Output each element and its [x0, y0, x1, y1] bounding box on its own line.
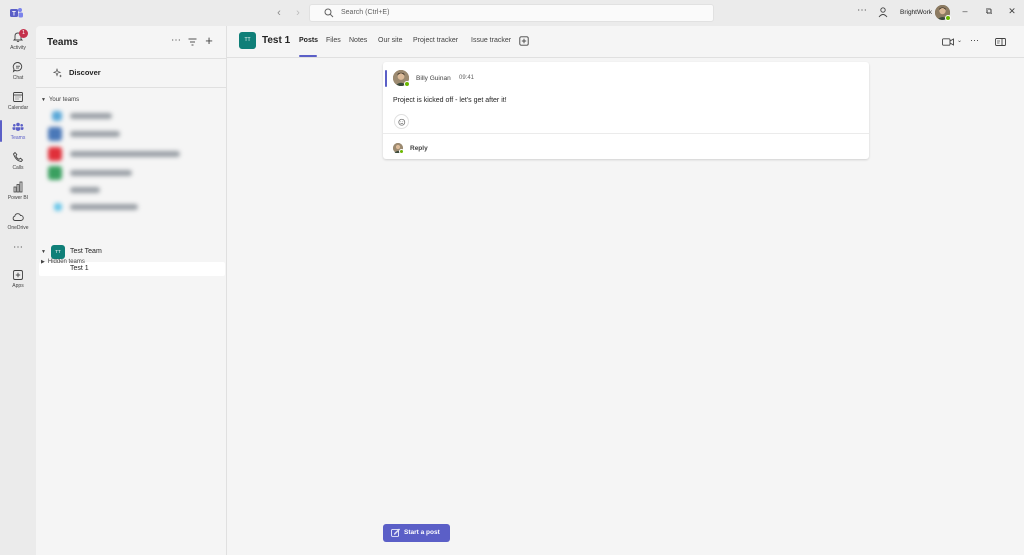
appbar-calls[interactable]: Calls	[0, 148, 36, 176]
your-teams-header[interactable]: ▼ Your teams	[41, 97, 79, 103]
phone-icon	[12, 151, 24, 162]
presence-available-icon	[404, 81, 410, 87]
power-bi-icon	[13, 181, 23, 193]
active-tab-indicator	[299, 55, 317, 57]
cloud-icon	[12, 213, 24, 221]
chevron-down-icon: ▼	[41, 97, 46, 103]
forward-arrow-icon[interactable]: ›	[291, 6, 305, 20]
your-teams-label: Your teams	[48, 97, 80, 103]
tab-posts[interactable]: Posts	[299, 37, 318, 44]
chevron-down-icon: ▼	[41, 249, 46, 255]
search-placeholder: Search (Ctrl+E)	[341, 9, 390, 16]
channel-title: Test 1	[262, 35, 291, 46]
compose-icon	[391, 528, 400, 537]
filter-icon[interactable]	[188, 38, 197, 46]
tab-files[interactable]: Files	[326, 37, 341, 44]
chevron-down-icon[interactable]: ⌄	[957, 37, 962, 44]
more-apps-button[interactable]: ⋯	[0, 240, 36, 256]
appbar-label: Activity	[10, 45, 26, 51]
redacted-team-row	[48, 166, 218, 180]
post-timestamp: 09:41	[459, 75, 475, 81]
more-options-icon[interactable]: ⋯	[970, 35, 979, 46]
title-bar: T ‹ › Search (Ctrl+E) ⋯ BrightWork – ⧉ ✕	[0, 0, 1024, 26]
sidebar-title: Teams	[47, 37, 78, 48]
sparkle-icon	[53, 68, 62, 78]
search-input[interactable]: Search (Ctrl+E)	[309, 4, 714, 22]
appbar-label: Apps	[12, 283, 24, 289]
appbar-power-bi[interactable]: Power BI	[0, 178, 36, 206]
org-name[interactable]: BrightWork	[900, 9, 932, 16]
channel-name: Test 1	[70, 265, 89, 272]
appbar-label: Chat	[12, 75, 24, 81]
add-tab-icon[interactable]	[519, 36, 529, 46]
presence-available-icon	[945, 15, 951, 21]
appbar-label: OneDrive	[7, 225, 29, 231]
redacted-team-row	[48, 147, 218, 161]
hidden-teams-label: Hidden teams	[47, 259, 85, 265]
org-switch-icon[interactable]	[878, 7, 888, 18]
appbar-label: Power BI	[7, 195, 29, 201]
teams-logo-icon: T	[10, 8, 23, 18]
appbar-apps[interactable]: Apps	[0, 266, 36, 294]
apps-icon	[13, 270, 23, 280]
discover-label: Discover	[69, 68, 101, 77]
post-body: Project is kicked off - let's get after …	[393, 97, 507, 104]
minimize-icon[interactable]: –	[958, 6, 972, 16]
chat-icon	[12, 62, 23, 73]
start-post-button[interactable]: Start a post	[383, 524, 450, 542]
presence-available-icon	[399, 149, 404, 154]
close-icon[interactable]: ✕	[1005, 6, 1019, 17]
post-accent-bar	[385, 70, 387, 87]
teams-sidebar: Teams ⋯ + Discover ▼ Your teams ▼ TT Tes…	[36, 26, 227, 555]
hidden-teams-header[interactable]: ▶ Hidden teams	[41, 259, 85, 265]
reply-button[interactable]: Reply	[410, 145, 428, 152]
more-options-icon[interactable]: ⋯	[857, 5, 868, 16]
divider	[36, 87, 226, 88]
appbar-teams[interactable]: Teams	[0, 118, 36, 146]
appbar-calendar[interactable]: Calendar	[0, 88, 36, 116]
redacted-team-row	[48, 109, 218, 123]
team-avatar: TT	[51, 245, 65, 259]
post-card[interactable]: Billy Guinan 09:41 Project is kicked off…	[383, 62, 869, 159]
post-author[interactable]: Billy Guinan	[416, 75, 451, 82]
add-reaction-button[interactable]	[394, 114, 409, 129]
channel-info-icon[interactable]	[995, 38, 1006, 46]
team-name: Test Team	[70, 248, 102, 255]
team-avatar: TT	[239, 32, 256, 49]
channel-main: TT Test 1 Posts Files Notes Our site Pro…	[227, 26, 1024, 555]
divider	[36, 58, 226, 59]
tab-issue-tracker[interactable]: Issue tracker	[471, 37, 511, 44]
more-horizontal-icon: ⋯	[13, 242, 23, 253]
add-team-icon[interactable]: +	[202, 33, 216, 48]
appbar-onedrive[interactable]: OneDrive	[0, 208, 36, 236]
teams-icon	[12, 122, 24, 131]
start-post-label: Start a post	[404, 529, 440, 536]
video-call-icon[interactable]	[942, 38, 954, 46]
redacted-team-row	[48, 200, 218, 214]
redacted-team-row	[48, 127, 218, 141]
more-options-icon[interactable]: ⋯	[169, 35, 183, 46]
appbar-label: Teams	[10, 135, 26, 141]
appbar-label: Calls	[12, 165, 24, 171]
channel-header: TT Test 1 Posts Files Notes Our site Pro…	[227, 26, 1024, 58]
search-icon	[324, 8, 334, 18]
appbar-activity[interactable]: 1 Activity	[0, 28, 36, 56]
back-arrow-icon[interactable]: ‹	[272, 6, 286, 20]
divider	[383, 133, 869, 134]
chevron-right-icon: ▶	[41, 259, 45, 265]
tab-notes[interactable]: Notes	[349, 37, 367, 44]
calendar-icon	[13, 92, 23, 102]
svg-text:T: T	[12, 11, 16, 17]
activity-badge: 1	[19, 29, 28, 38]
appbar-label: Calendar	[7, 105, 29, 111]
tab-our-site[interactable]: Our site	[378, 37, 403, 44]
emoji-icon	[398, 118, 406, 126]
redacted-team-row	[48, 183, 218, 197]
appbar-chat[interactable]: Chat	[0, 58, 36, 86]
app-bar: 1 Activity Chat Calendar Teams Calls Pow…	[0, 26, 36, 555]
tab-project-tracker[interactable]: Project tracker	[413, 37, 458, 44]
maximize-icon[interactable]: ⧉	[982, 6, 996, 17]
